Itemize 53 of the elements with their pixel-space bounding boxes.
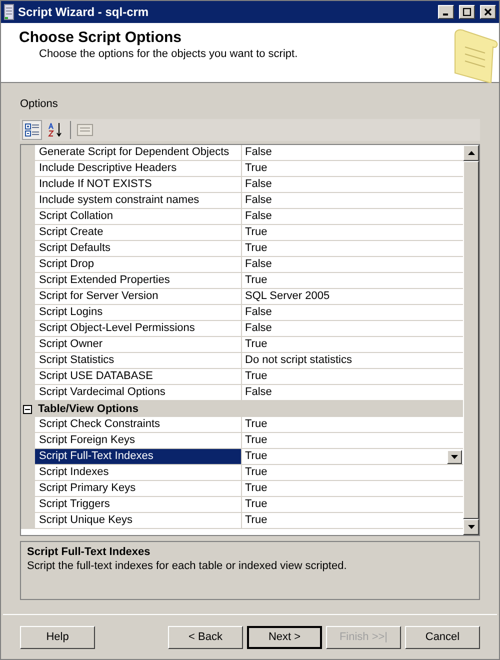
minimize-button[interactable] — [438, 5, 454, 19]
property-value[interactable]: False — [245, 385, 272, 400]
category-header[interactable]: Table/View Options — [21, 401, 463, 417]
property-value[interactable]: True — [245, 465, 268, 480]
sort-alphabetical-icon — [48, 123, 64, 137]
arrow-down-icon — [468, 525, 474, 529]
property-value[interactable]: True — [245, 369, 268, 384]
property-value[interactable]: True — [245, 337, 268, 352]
property-value[interactable]: False — [245, 177, 272, 192]
property-value[interactable]: True — [245, 497, 268, 512]
property-value[interactable]: False — [245, 321, 272, 336]
categorized-view-button[interactable] — [22, 120, 42, 140]
collapse-icon[interactable] — [23, 404, 32, 414]
property-value[interactable]: Do not script statistics — [245, 353, 352, 368]
property-value[interactable]: False — [245, 209, 272, 224]
maximize-icon — [463, 8, 471, 16]
property-value[interactable]: False — [245, 145, 272, 160]
category-title: Table/View Options — [38, 402, 138, 417]
scroll-down-button[interactable] — [463, 519, 479, 535]
property-pages-icon — [77, 123, 93, 137]
property-name[interactable]: Script Full-Text Indexes — [35, 449, 242, 464]
dropdown-button[interactable] — [447, 450, 462, 464]
close-icon — [484, 8, 492, 16]
property-value[interactable]: False — [245, 305, 272, 320]
wizard-button[interactable]: Help — [20, 626, 95, 648]
wizard-button[interactable]: < Back — [168, 626, 243, 648]
wizard-button[interactable]: Cancel — [405, 626, 480, 648]
arrow-up-icon — [468, 151, 474, 155]
scroll-up-button[interactable] — [463, 145, 479, 161]
property-value[interactable]: True — [245, 161, 268, 176]
property-value[interactable]: True — [245, 225, 268, 240]
property-value[interactable]: False — [245, 257, 272, 272]
maximize-button[interactable] — [459, 5, 475, 19]
options-label: Options — [20, 97, 59, 111]
property-value[interactable]: SQL Server 2005 — [245, 289, 330, 304]
property-value[interactable]: False — [245, 193, 272, 208]
property-value[interactable]: True — [245, 449, 268, 464]
wizard-button[interactable]: Next > — [247, 626, 322, 648]
close-button[interactable] — [480, 5, 496, 19]
categorized-icon — [25, 123, 39, 137]
property-value[interactable]: True — [245, 481, 268, 496]
page-title: Choose Script Options — [19, 29, 183, 47]
property-value[interactable]: True — [245, 273, 268, 288]
caret-down-icon — [451, 454, 458, 458]
description-text: Script the full-text indexes for each table or indexed view scripted. — [27, 559, 348, 573]
property-value[interactable]: True — [245, 417, 268, 432]
page-subtitle: Choose the options for the objects you want to script. — [38, 47, 298, 61]
window-icon — [4, 4, 14, 20]
description-title: Script Full-Text Indexes — [27, 545, 152, 559]
property-value[interactable]: True — [245, 241, 268, 256]
property-value[interactable]: True — [245, 513, 268, 528]
window-title: Script Wizard - sql-crm — [18, 4, 150, 21]
property-value[interactable]: True — [245, 433, 268, 448]
